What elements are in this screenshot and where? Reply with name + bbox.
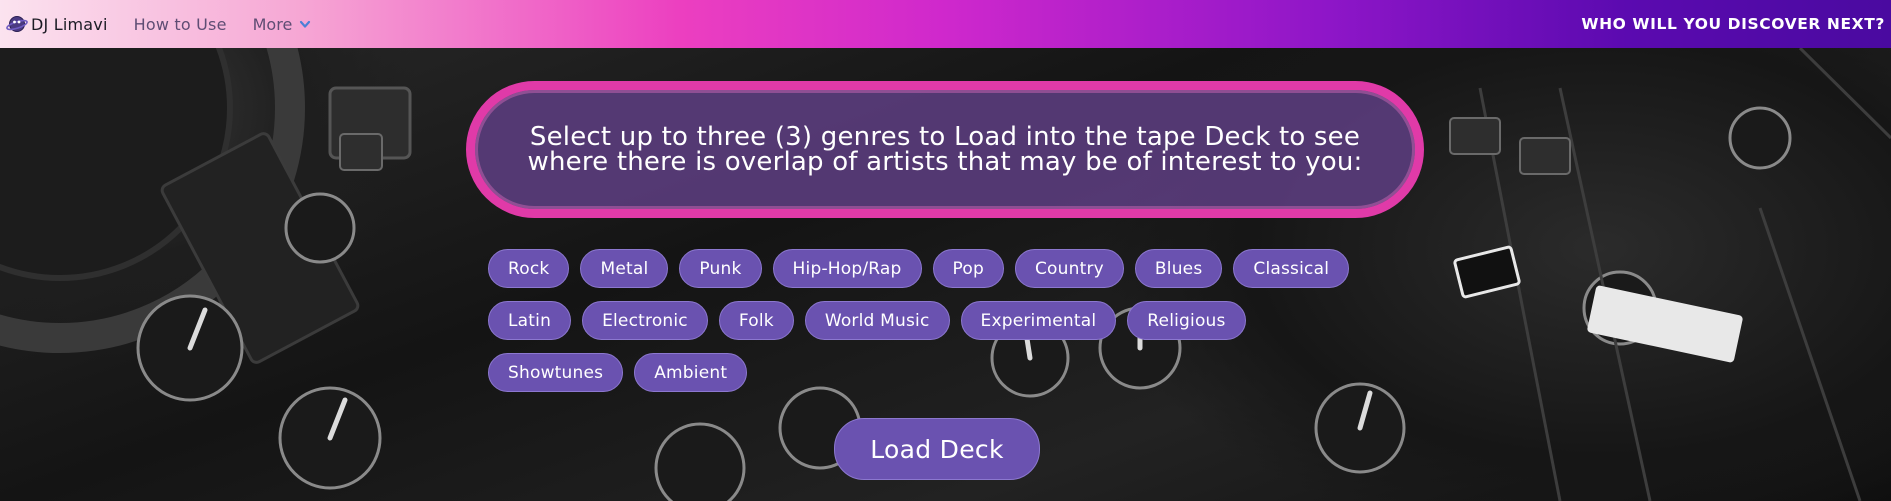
genre-chip-country[interactable]: Country: [1014, 249, 1124, 288]
genre-chip-hip-hop-rap[interactable]: Hip-Hop/Rap: [772, 249, 922, 288]
genre-chip-classical[interactable]: Classical: [1233, 249, 1350, 288]
genre-chip-ambient[interactable]: Ambient: [634, 353, 748, 392]
nav-more-label: More: [252, 14, 293, 34]
genre-chip-latin[interactable]: Latin: [488, 301, 572, 340]
brand-link[interactable]: DJ Limavi: [6, 13, 108, 35]
genre-chip-experimental[interactable]: Experimental: [960, 301, 1117, 340]
planet-logo-icon: [6, 16, 28, 32]
chevron-down-icon: [300, 20, 311, 28]
genre-chip-blues[interactable]: Blues: [1134, 249, 1223, 288]
genre-chip-punk[interactable]: Punk: [679, 249, 762, 288]
load-deck-button[interactable]: Load Deck: [834, 418, 1040, 480]
brand-name: DJ Limavi: [31, 14, 108, 34]
genre-chip-showtunes[interactable]: Showtunes: [488, 353, 624, 392]
genre-chip-folk[interactable]: Folk: [718, 301, 794, 340]
instructions-text: Select up to three (3) genres to Load in…: [527, 121, 1363, 177]
genre-chip-electronic[interactable]: Electronic: [582, 301, 708, 340]
genre-selector: Rock Metal Punk Hip-Hop/Rap Pop Country …: [488, 249, 1408, 405]
nav-dropdown-more[interactable]: More: [253, 15, 312, 34]
genre-chip-religious[interactable]: Religious: [1127, 301, 1246, 340]
genre-chip-rock[interactable]: Rock: [488, 249, 570, 288]
top-navbar: DJ Limavi How to Use More WHO WILL YOU D…: [0, 0, 1891, 48]
genre-chip-metal[interactable]: Metal: [580, 249, 669, 288]
genre-chip-world-music[interactable]: World Music: [804, 301, 950, 340]
genre-chip-pop[interactable]: Pop: [932, 249, 1004, 288]
genre-row: Rock Metal Punk Hip-Hop/Rap Pop Country …: [488, 249, 1408, 290]
page: DJ Limavi How to Use More WHO WILL YOU D…: [0, 0, 1891, 501]
instructions-panel: Select up to three (3) genres to Load in…: [466, 81, 1424, 218]
genre-row: Latin Electronic Folk World Music Experi…: [488, 301, 1408, 342]
tagline: WHO WILL YOU DISCOVER NEXT?: [1581, 15, 1885, 33]
nav-link-how-to-use[interactable]: How to Use: [134, 15, 227, 34]
genre-row: Showtunes Ambient: [488, 353, 1408, 394]
